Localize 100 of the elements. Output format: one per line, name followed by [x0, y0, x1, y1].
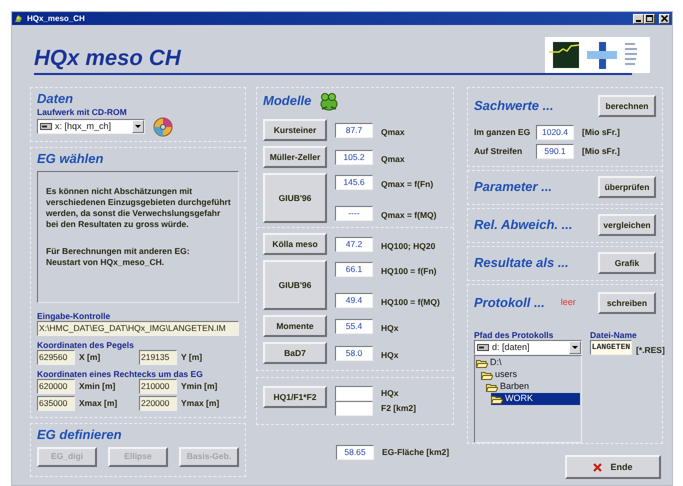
folder-item[interactable]: Barben — [486, 381, 532, 394]
maximize-icon — [646, 15, 653, 22]
field-label: Laufwerk mit CD-ROM — [37, 106, 128, 117]
action-button[interactable]: schreiben — [598, 292, 656, 314]
file-name-field[interactable]: LANGETEN — [590, 340, 632, 356]
unit-label: Ymax [m] — [181, 398, 220, 409]
action-button[interactable]: berechnen — [598, 95, 656, 117]
model-button[interactable]: Kölla meso — [263, 233, 327, 255]
window-title: HQx_meso_CH — [27, 12, 85, 24]
maximize-button[interactable] — [644, 14, 655, 24]
drive-icon — [477, 343, 489, 352]
folder-icon — [476, 358, 488, 368]
section-heading: Modelle — [263, 93, 312, 109]
action-button[interactable]: überprüfen — [598, 176, 656, 198]
field-label: Pfad des Protokolls — [474, 330, 554, 340]
cross-icon — [593, 462, 602, 472]
extension-label: [*.RES] — [636, 344, 665, 356]
folder-item[interactable]: WORK — [491, 393, 580, 406]
folder-item[interactable]: users — [481, 369, 520, 382]
model-button[interactable]: Momente — [263, 315, 327, 337]
unit-label: Xmax [m] — [79, 398, 118, 409]
field-label: Datei-Name — [590, 330, 638, 340]
section-heading: Protokoll ... — [474, 295, 545, 311]
coordinate-field[interactable]: 219135 — [139, 350, 177, 365]
result-label: Qmax — [381, 154, 405, 164]
field-label: Im ganzen EG — [474, 127, 532, 138]
area-label: EG-Fläche [km2] — [382, 447, 450, 458]
result-label: HQx — [381, 350, 398, 360]
section-heading: Sachwerte ... — [474, 98, 554, 114]
field-label: Koordinaten des Pegels — [37, 340, 135, 350]
field-label: Auf Streifen — [474, 146, 524, 157]
result-label: HQ100 = f(MQ) — [381, 297, 440, 308]
drive-icon — [40, 122, 52, 132]
frog-icon — [319, 91, 340, 111]
close-button[interactable] — [659, 14, 670, 24]
result-field[interactable] — [335, 386, 373, 401]
info-text: Es können nicht Abschätzungen mit verschiedenen Einzugsgebieten durchgeführt werden, da sonst die Verwechslungsgefahr bei den Resultaten zu gross würde. — [46, 186, 232, 230]
caret-icon — [135, 125, 141, 128]
section-heading: EG definieren — [37, 427, 123, 443]
coordinate-field[interactable]: 629560 — [37, 350, 75, 365]
action-button[interactable]: Grafik — [598, 252, 656, 274]
coordinate-field[interactable]: 620000 — [37, 379, 75, 394]
result-field[interactable]: 145.6 — [335, 175, 373, 190]
exit-button[interactable]: Ende — [565, 455, 661, 479]
unit-label: Ymin [m] — [181, 381, 218, 392]
unit-label: [Mio sFr.] — [582, 127, 620, 138]
result-field[interactable]: 58.0 — [335, 346, 373, 360]
model-button[interactable]: GIUB'96 — [263, 173, 327, 223]
minimize-button[interactable] — [633, 14, 644, 24]
action-button[interactable]: vergleichen — [598, 214, 656, 236]
result-field[interactable]: 47.2 — [335, 236, 373, 252]
coordinate-field[interactable]: 220000 — [139, 396, 177, 412]
section-heading: Resultate als ... — [474, 255, 569, 271]
status-label: leer — [560, 296, 576, 310]
model-button[interactable]: Kursteiner — [263, 119, 327, 141]
result-label: Qmax = f(Fn) — [381, 179, 434, 190]
coordinate-field[interactable]: 635000 — [37, 396, 75, 412]
result-field[interactable]: 49.4 — [335, 293, 373, 308]
model-button[interactable]: Müller-Zeller — [263, 146, 327, 168]
result-label: HQx — [381, 388, 398, 399]
info-text: Für Berechnungen mit anderen EG: Neustart von HQx_meso_CH. — [46, 246, 191, 268]
caret-icon — [572, 346, 578, 350]
folder-icon — [486, 382, 498, 392]
section-heading: Parameter ... — [474, 179, 552, 195]
result-label: HQ100 = f(Fn) — [381, 266, 436, 277]
result-field[interactable]: ---- — [335, 206, 373, 221]
unit-label: [Mio sFr.] — [582, 146, 620, 157]
drive-select[interactable]: d: [daten] — [474, 340, 582, 356]
result-field[interactable]: 105.2 — [335, 150, 373, 164]
folder-icon — [481, 370, 493, 380]
result-field[interactable]: 55.4 — [335, 318, 373, 334]
coordinate-field[interactable]: 210000 — [139, 379, 177, 394]
folder-icon — [491, 394, 503, 404]
unit-label: X [m] — [79, 352, 100, 363]
dropdown-button[interactable] — [132, 120, 144, 134]
section-heading: EG wählen — [37, 151, 104, 167]
section-heading: Daten — [37, 91, 74, 107]
app-icon — [14, 14, 23, 23]
section-heading: Rel. Abweich. ... — [474, 217, 572, 233]
value-field[interactable]: 590.1 — [536, 144, 574, 159]
field-label: Koordinaten eines Rechtecks um das EG — [37, 368, 204, 380]
result-field[interactable]: 87.7 — [335, 122, 373, 138]
path-field[interactable]: X:\HMC_DAT\EG_DAT\HQx_IMG\LANGETEN.IM — [37, 320, 239, 336]
result-field[interactable] — [335, 401, 373, 416]
close-icon — [661, 15, 668, 22]
result-label: HQ100; HQ20 — [381, 240, 436, 252]
area-field[interactable]: 58.65 — [336, 445, 374, 460]
result-field[interactable]: 66.1 — [335, 262, 373, 277]
value-field[interactable]: 1020.4 — [536, 125, 574, 140]
unit-label: Xmin [m] — [79, 381, 116, 392]
drive-select[interactable]: x: [hqx_m_ch] — [37, 119, 145, 134]
field-label: Eingabe-Kontrolle — [37, 310, 112, 321]
folder-item[interactable]: D:\ — [476, 357, 504, 370]
model-button[interactable]: BaD7 — [263, 342, 327, 364]
result-label: F2 [km2] — [381, 403, 416, 414]
dropdown-button[interactable] — [569, 341, 581, 354]
unit-label: Y [m] — [181, 352, 202, 363]
model-button[interactable]: GIUB'96 — [263, 260, 327, 310]
cd-icon — [153, 116, 173, 137]
calculate-button[interactable]: HQ1/F1*F2 — [263, 386, 327, 408]
